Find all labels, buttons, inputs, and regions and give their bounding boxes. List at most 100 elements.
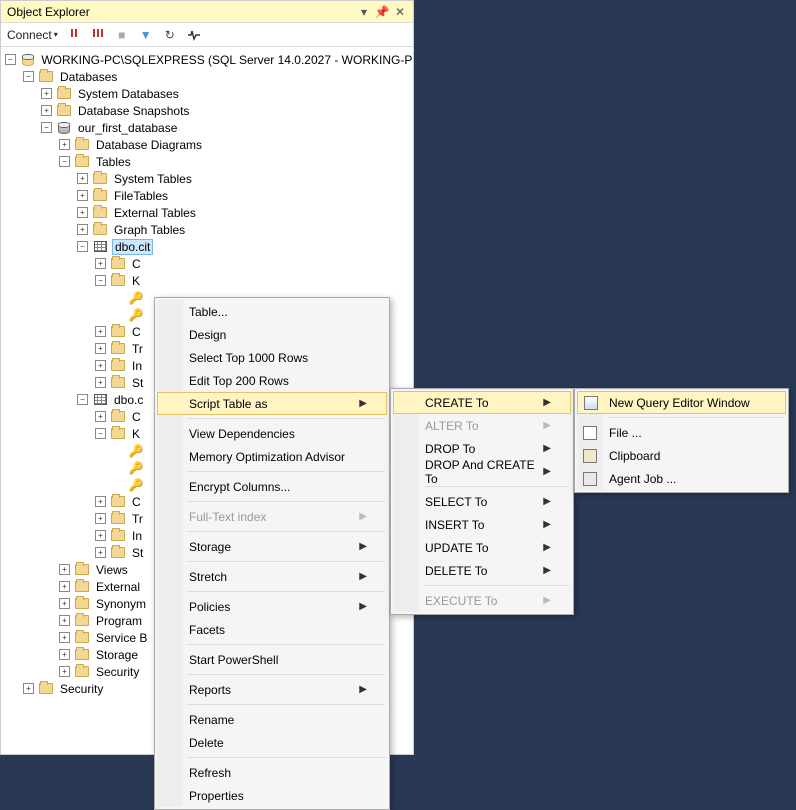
menu-update-to[interactable]: UPDATE To▶ bbox=[393, 536, 571, 559]
expand-icon[interactable]: + bbox=[59, 564, 70, 575]
folder-icon bbox=[38, 70, 54, 84]
expand-icon[interactable]: + bbox=[77, 173, 88, 184]
menu-create-to[interactable]: CREATE To▶ bbox=[393, 391, 571, 414]
menu-label: Properties bbox=[189, 789, 244, 803]
expand-icon[interactable]: + bbox=[41, 88, 52, 99]
menu-storage[interactable]: Storage▶ bbox=[157, 535, 387, 558]
menu-rename[interactable]: Rename bbox=[157, 708, 387, 731]
collapse-icon[interactable]: − bbox=[5, 54, 16, 65]
stop-icon[interactable]: ■ bbox=[114, 27, 130, 43]
collapse-icon[interactable]: − bbox=[23, 71, 34, 82]
menu-separator bbox=[423, 585, 569, 586]
expand-icon[interactable]: + bbox=[95, 326, 106, 337]
menu-select-top[interactable]: Select Top 1000 Rows bbox=[157, 346, 387, 369]
extres-label: External bbox=[94, 580, 142, 594]
menu-refresh[interactable]: Refresh bbox=[157, 761, 387, 784]
menu-encrypt-columns[interactable]: Encrypt Columns... bbox=[157, 475, 387, 498]
collapse-icon[interactable]: − bbox=[95, 275, 106, 286]
dropdown-icon[interactable]: ▾ bbox=[357, 5, 371, 19]
expand-icon[interactable]: + bbox=[77, 224, 88, 235]
expand-icon[interactable]: + bbox=[23, 683, 34, 694]
pin-icon[interactable]: 📌 bbox=[375, 5, 389, 19]
triggers-label: Tr bbox=[130, 512, 145, 526]
close-icon[interactable]: ✕ bbox=[393, 5, 407, 19]
menu-select-to[interactable]: SELECT To▶ bbox=[393, 490, 571, 513]
collapse-icon[interactable]: − bbox=[77, 394, 88, 405]
menu-insert-to[interactable]: INSERT To▶ bbox=[393, 513, 571, 536]
menu-clipboard[interactable]: Clipboard bbox=[577, 444, 786, 467]
expand-icon[interactable]: + bbox=[59, 666, 70, 677]
diagrams-node[interactable]: +Database Diagrams bbox=[1, 136, 413, 153]
submenu-arrow-icon: ▶ bbox=[359, 684, 367, 695]
menu-properties[interactable]: Properties bbox=[157, 784, 387, 807]
expand-icon[interactable]: + bbox=[59, 598, 70, 609]
expand-icon[interactable]: + bbox=[59, 581, 70, 592]
menu-script-table-as[interactable]: Script Table as▶ bbox=[157, 392, 387, 415]
menu-reports[interactable]: Reports▶ bbox=[157, 678, 387, 701]
menu-delete[interactable]: Delete bbox=[157, 731, 387, 754]
sysdb-node[interactable]: +System Databases bbox=[1, 85, 413, 102]
menu-facets[interactable]: Facets bbox=[157, 618, 387, 641]
menu-agent-job[interactable]: Agent Job ... bbox=[577, 467, 786, 490]
menu-view-dependencies[interactable]: View Dependencies bbox=[157, 422, 387, 445]
databases-node[interactable]: − Databases bbox=[1, 68, 413, 85]
disconnect-icon[interactable] bbox=[66, 27, 82, 43]
graphtables-node[interactable]: +Graph Tables bbox=[1, 221, 413, 238]
disconnect2-icon[interactable] bbox=[90, 27, 106, 43]
expand-icon[interactable]: + bbox=[95, 377, 106, 388]
expand-icon[interactable]: + bbox=[59, 139, 70, 150]
menu-table[interactable]: Table... bbox=[157, 300, 387, 323]
filter-icon[interactable]: ▼ bbox=[138, 27, 154, 43]
table1-node[interactable]: −dbo.cit bbox=[1, 238, 413, 255]
collapse-icon[interactable]: − bbox=[77, 241, 88, 252]
expand-icon[interactable]: + bbox=[95, 360, 106, 371]
expand-icon[interactable]: + bbox=[95, 258, 106, 269]
exttables-node[interactable]: +External Tables bbox=[1, 204, 413, 221]
menu-edit-top[interactable]: Edit Top 200 Rows bbox=[157, 369, 387, 392]
menu-stretch[interactable]: Stretch▶ bbox=[157, 565, 387, 588]
systables-node[interactable]: + System Tables bbox=[1, 170, 413, 187]
expand-icon[interactable]: + bbox=[59, 615, 70, 626]
refresh-icon[interactable]: ↻ bbox=[162, 27, 178, 43]
expand-icon[interactable]: + bbox=[77, 190, 88, 201]
expand-icon[interactable]: + bbox=[95, 343, 106, 354]
expand-icon[interactable]: + bbox=[59, 632, 70, 643]
systables-label: System Tables bbox=[112, 172, 194, 186]
menu-new-query-window[interactable]: New Query Editor Window bbox=[577, 391, 786, 414]
connect-button[interactable]: Connect ▾ bbox=[7, 28, 58, 42]
expand-icon[interactable]: + bbox=[77, 207, 88, 218]
menu-separator bbox=[187, 531, 385, 532]
tables-node[interactable]: −Tables bbox=[1, 153, 413, 170]
menu-design[interactable]: Design bbox=[157, 323, 387, 346]
folder-icon bbox=[92, 206, 108, 220]
menu-drop-create-to[interactable]: DROP And CREATE To▶ bbox=[393, 460, 571, 483]
expand-icon[interactable]: + bbox=[95, 496, 106, 507]
collapse-icon[interactable]: − bbox=[59, 156, 70, 167]
folder-icon bbox=[38, 682, 54, 696]
userdb-node[interactable]: −our_first_database bbox=[1, 119, 413, 136]
menu-file[interactable]: File ... bbox=[577, 421, 786, 444]
server-node[interactable]: −WORKING-PC\SQLEXPRESS (SQL Server 14.0.… bbox=[1, 51, 413, 68]
col-node[interactable]: +C bbox=[1, 255, 413, 272]
expand-icon[interactable]: + bbox=[95, 547, 106, 558]
expand-icon[interactable]: + bbox=[95, 513, 106, 524]
menu-powershell[interactable]: Start PowerShell bbox=[157, 648, 387, 671]
collapse-icon[interactable]: − bbox=[41, 122, 52, 133]
menu-label: View Dependencies bbox=[189, 427, 295, 441]
menu-memory-advisor[interactable]: Memory Optimization Advisor bbox=[157, 445, 387, 468]
menu-delete-to[interactable]: DELETE To▶ bbox=[393, 559, 571, 582]
stats-label: St bbox=[130, 546, 145, 560]
snapshots-node[interactable]: + Database Snapshots bbox=[1, 102, 413, 119]
collapse-icon[interactable]: − bbox=[95, 428, 106, 439]
snapshot-label: Database Snapshots bbox=[76, 104, 191, 118]
keys-node[interactable]: −K bbox=[1, 272, 413, 289]
folder-icon bbox=[110, 546, 126, 560]
pulse-icon[interactable] bbox=[186, 27, 202, 43]
expand-icon[interactable]: + bbox=[59, 649, 70, 660]
databases-label: Databases bbox=[58, 70, 119, 84]
expand-icon[interactable]: + bbox=[95, 530, 106, 541]
expand-icon[interactable]: + bbox=[95, 411, 106, 422]
filetables-node[interactable]: +FileTables bbox=[1, 187, 413, 204]
menu-policies[interactable]: Policies▶ bbox=[157, 595, 387, 618]
expand-icon[interactable]: + bbox=[41, 105, 52, 116]
